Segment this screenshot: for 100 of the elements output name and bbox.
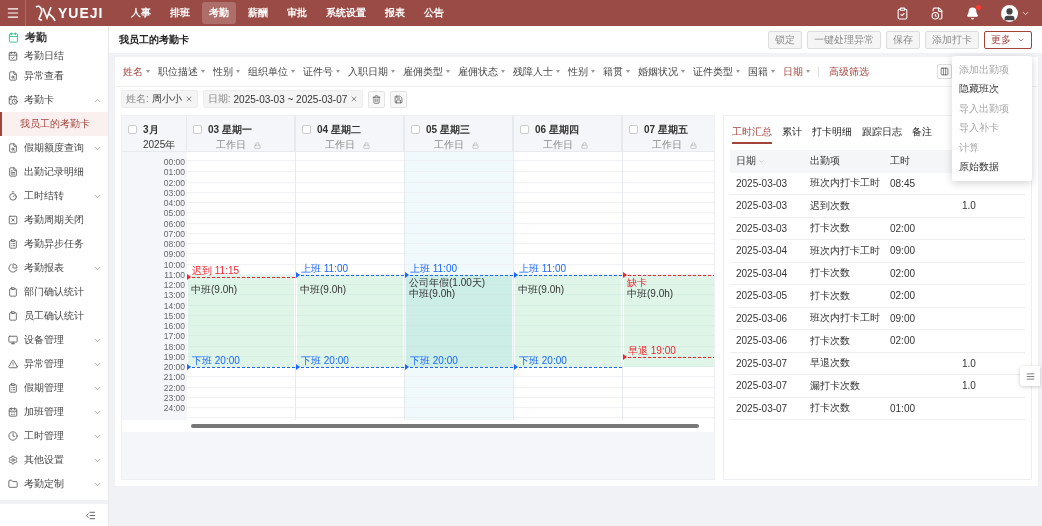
sidebar-item[interactable]: 假期额度查询 [0,136,108,160]
clipboard-list-icon [8,383,18,393]
nav-tab[interactable]: 审批 [280,2,314,24]
filter-dropdown[interactable]: 证件类型 [693,64,740,79]
nav-tab[interactable]: 系统设置 [319,2,373,24]
document-icon[interactable] [931,6,944,20]
delete-button[interactable] [368,90,386,108]
filter-dropdown[interactable]: 婚姻状况 [638,64,685,79]
sidebar-item[interactable]: 设备管理 [0,328,108,352]
sidebar-item[interactable]: 工时结转 [0,184,108,208]
document-icon [8,167,18,177]
table-cell-text: 迟到次数 [810,198,851,213]
clipboard-icon [8,311,18,321]
sidebar-item[interactable]: 加班管理 [0,400,108,424]
sidebar-item[interactable]: 异常管理 [0,352,108,376]
nav-tab[interactable]: 报表 [378,2,412,24]
sidebar-item[interactable]: 工时管理 [0,424,108,448]
more-button[interactable]: 更多 [984,30,1032,49]
column-header[interactable]: 日期 [736,154,810,169]
filter-dropdown[interactable]: 性别 [568,64,595,79]
sidebar-item[interactable]: 假期管理 [0,376,108,400]
checkbox[interactable] [629,125,638,134]
time-label: 14:00 [162,300,186,311]
sidebar-item[interactable]: 考勤定制 [0,472,108,496]
day-title: 05 星期三 [426,123,471,137]
checkbox[interactable] [302,125,311,134]
panel-tab[interactable]: 工时汇总 [732,125,772,144]
menu-icon[interactable] [5,6,20,20]
filter-dropdown[interactable]: 雇佣类型 [403,64,450,79]
sidebar-item[interactable]: 考勤日结 [0,48,108,64]
sidebar-item[interactable]: 考勤周期关闭 [0,208,108,232]
column-header[interactable]: 出勤项 [810,154,890,169]
bell-icon[interactable] [966,6,979,20]
panel-tab[interactable]: 备注 [912,125,932,144]
filter-dropdown[interactable]: 入职日期 [348,64,395,79]
sidebar-item[interactable]: 异常查看 [0,64,108,88]
nav-tab[interactable]: 人事 [124,2,158,24]
collapse-icon[interactable] [85,509,96,521]
lock-icon [254,141,261,149]
lock-icon [690,141,697,149]
filter-dropdown[interactable]: 残障人士 [513,64,560,79]
filter-dropdown[interactable]: 日期 [783,64,810,79]
nav-tab[interactable]: 考勤 [202,2,236,24]
day-type: 工作日 [216,138,246,152]
table-cell-text: 2025-03-03 [736,200,789,212]
filter-chip[interactable]: 日期: 2025-03-03 ~ 2025-03-07 [202,90,364,108]
close-icon[interactable] [184,95,193,103]
filter-dropdown[interactable]: 组织单位 [248,64,295,79]
advanced-filter-link[interactable]: 高级筛选 [829,64,869,79]
checkbox[interactable] [193,125,202,134]
scrollbar-thumb[interactable] [191,424,699,429]
avatar-icon[interactable] [1001,4,1018,22]
lock-icon [363,141,370,149]
table-cell-text: 2025-03-04 [736,245,789,257]
table-cell-text: 1.0 [962,357,977,369]
filter-dropdown[interactable]: 姓名 [123,64,150,79]
filter-dropdown[interactable]: 证件号 [303,64,340,79]
nav-tab[interactable]: 薪酬 [241,2,275,24]
table-cell-text: 2025-03-03 [736,222,789,234]
day-note: 中班(9.0h) [627,287,674,299]
save-button[interactable] [390,90,408,108]
checkbox[interactable] [128,125,137,134]
day-title: 03 星期一 [208,123,253,137]
sidebar-subitem[interactable]: 我员工的考勤卡 [0,112,108,136]
panel-tab[interactable]: 跟踪日志 [862,125,902,144]
time-label: 11:00 [163,269,186,280]
sidebar-item[interactable]: 考勤异步任务 [0,232,108,256]
nav-tab[interactable]: 公告 [417,2,451,24]
filter-dropdown[interactable]: 籍贯 [603,64,630,79]
menu-item[interactable]: 隐藏班次 [952,79,1032,99]
panel-tab[interactable]: 打卡明细 [812,125,852,144]
nav-tab[interactable]: 排班 [163,2,197,24]
menu-item[interactable]: 原始数据 [952,157,1032,177]
table-cell-text: 2025-03-07 [736,357,789,369]
table-cell-text: 01:00 [890,402,917,414]
day-note: 中班(9.0h) [518,283,565,295]
close-icon[interactable] [350,95,359,103]
filter-dropdown[interactable]: 国籍 [748,64,775,79]
checkbox[interactable] [520,125,529,134]
sidebar-item[interactable]: 员工确认统计 [0,304,108,328]
sidebar-item[interactable]: 部门确认统计 [0,280,108,304]
logo-icon [34,4,56,22]
checklist-icon[interactable] [896,6,909,20]
time-label: 10:00 [162,259,186,270]
logo-text: YUEJI [58,5,104,21]
trash-icon [372,94,382,104]
sidebar-item[interactable]: 考勤报表 [0,256,108,280]
panel-tab[interactable]: 累计 [782,125,802,144]
sidebar-item[interactable]: 其他设置 [0,448,108,472]
table-cell-text: 2025-03-06 [736,312,789,324]
side-toggle-button[interactable] [1020,366,1040,386]
filter-dropdown[interactable]: 职位描述 [158,64,205,79]
filter-dropdown[interactable]: 性别 [213,64,240,79]
page-title: 我员工的考勤卡 [119,32,189,47]
sidebar-item[interactable]: 考勤卡 [0,88,108,112]
sidebar-item[interactable]: 出勤记录明细 [0,160,108,184]
day-title: 06 星期四 [535,123,580,137]
filter-dropdown[interactable]: 雇佣状态 [458,64,505,79]
filter-chip[interactable]: 姓名: 周小小 [121,90,198,108]
checkbox[interactable] [411,125,420,134]
